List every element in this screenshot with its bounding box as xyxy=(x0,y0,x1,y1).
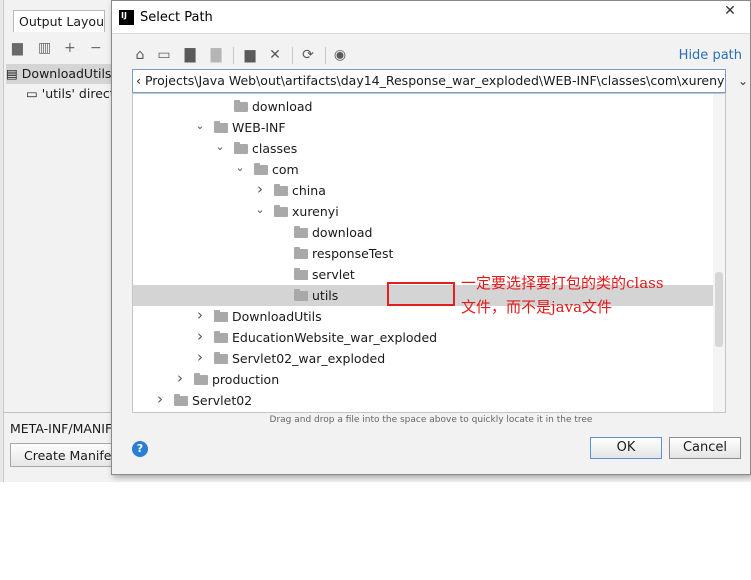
divider xyxy=(4,412,114,413)
tree-row-label: production xyxy=(212,372,280,387)
folder-icon xyxy=(294,289,308,301)
tree-row[interactable]: ⌄ classes xyxy=(133,138,714,159)
chevron-right-icon[interactable]: › xyxy=(194,306,206,324)
divider xyxy=(325,47,326,64)
list-item-label: DownloadUtils. xyxy=(21,66,116,81)
tree-row[interactable]: ⌄ xurenyi xyxy=(133,201,714,222)
tree-row[interactable]: › production xyxy=(133,369,714,390)
chevron-down-icon[interactable]: ⌄ xyxy=(214,140,226,153)
annotation-line: 一定要选择要打包的类的class xyxy=(461,274,664,292)
tree-row[interactable]: responseTest xyxy=(133,243,714,264)
tree-row-label: classes xyxy=(252,141,298,156)
tree-row[interactable]: ⌄ WEB-INF xyxy=(133,117,714,138)
help-icon[interactable]: ? xyxy=(132,441,148,457)
chevron-right-icon[interactable]: › xyxy=(194,327,206,345)
scrollbar[interactable] xyxy=(713,94,725,412)
ok-button[interactable]: OK xyxy=(590,437,662,459)
tree-row-label: com xyxy=(272,162,299,177)
chevron-right-icon[interactable]: › xyxy=(154,390,166,408)
manifest-label: META-INF/MANIF xyxy=(10,421,113,436)
create-manifest-button[interactable]: Create Manifes xyxy=(10,443,120,467)
module-folder-icon[interactable]: ▇ xyxy=(206,45,226,65)
hide-path-link[interactable]: Hide path xyxy=(679,48,742,63)
folder-icon xyxy=(214,310,228,322)
folder-icon xyxy=(254,163,268,175)
list-item-label: 'utils' direct xyxy=(41,86,115,101)
delete-icon[interactable]: ✕ xyxy=(265,45,285,65)
dialog-title: Select Path xyxy=(140,10,213,25)
divider xyxy=(233,47,234,64)
folder-icon xyxy=(234,142,248,154)
tree-row-label: xurenyi xyxy=(292,204,339,219)
tree-row-label: DownloadUtils xyxy=(232,309,322,324)
tree-row-label: china xyxy=(292,183,326,198)
chevron-right-icon[interactable]: › xyxy=(174,369,186,387)
tree-row-label: download xyxy=(312,225,373,240)
folder-icon xyxy=(214,352,228,364)
annotation-line: 文件，而不是java文件 xyxy=(461,298,613,316)
tree-row[interactable]: download xyxy=(133,222,714,243)
app-logo-icon: IJ xyxy=(119,10,134,25)
drag-drop-hint: Drag and drop a file into the space abov… xyxy=(269,415,593,425)
folder-icon xyxy=(214,121,228,133)
archive-icon[interactable]: ▥ xyxy=(38,40,51,56)
desktop-icon[interactable]: ▭ xyxy=(154,45,174,65)
chevron-right-icon[interactable]: › xyxy=(254,180,266,198)
background-toolbar: ▆ ▥ + − xyxy=(4,36,114,62)
file-tree[interactable]: › Servlet02 › production › Servlet02_war_expl… xyxy=(132,93,726,413)
archive-icon: ▤ xyxy=(6,66,22,81)
add-icon[interactable]: + xyxy=(64,40,76,56)
tree-row[interactable]: download xyxy=(133,96,714,117)
new-folder-icon[interactable]: ▆ xyxy=(12,40,23,56)
chevron-down-icon[interactable]: ⌄ xyxy=(234,161,246,174)
folder-icon xyxy=(174,394,188,406)
folder-icon xyxy=(294,268,308,280)
close-icon[interactable]: ✕ xyxy=(712,3,748,23)
tree-row-label: download xyxy=(252,99,313,114)
chevron-right-icon[interactable]: › xyxy=(194,348,206,366)
tree-row-label: Servlet02 xyxy=(192,393,253,408)
tree-row-label: Servlet02_war_exploded xyxy=(232,351,386,366)
folder-icon xyxy=(234,100,248,112)
project-folder-icon[interactable]: ▇ xyxy=(180,45,200,65)
dialog-titlebar: IJ Select Path ✕ xyxy=(112,1,750,34)
tree-row[interactable]: › Servlet02 xyxy=(133,390,714,411)
select-path-dialog: IJ Select Path ✕ ⌂ ▭ ▇ ▇ ▆ ✕ ⟳ ◉ Hide pa… xyxy=(111,0,751,475)
tree-row-label: WEB-INF xyxy=(232,120,286,135)
path-history-icon[interactable]: ⌄ xyxy=(738,74,748,88)
red-highlight-box xyxy=(387,282,455,306)
divider xyxy=(292,47,293,64)
list-item[interactable]: ▭ 'utils' direct xyxy=(6,84,116,104)
folder-icon xyxy=(294,226,308,238)
annotation-note: 一定要选择要打包的类的class 文件，而不是java文件 xyxy=(461,271,751,319)
folder-icon xyxy=(214,331,228,343)
refresh-icon[interactable]: ⟳ xyxy=(298,45,318,65)
home-icon[interactable]: ⌂ xyxy=(130,45,150,65)
remove-icon[interactable]: − xyxy=(90,40,102,56)
show-hidden-icon[interactable]: ◉ xyxy=(330,45,350,65)
new-folder-icon[interactable]: ▆ xyxy=(240,45,260,65)
cancel-button[interactable]: Cancel xyxy=(669,437,741,459)
tree-row[interactable]: ⌄ com xyxy=(133,159,714,180)
tree-row-label: responseTest xyxy=(312,246,394,261)
tree-row-label: servlet xyxy=(312,267,355,282)
folder-icon xyxy=(194,373,208,385)
tree-row-label: utils xyxy=(312,288,339,303)
background-side-strip xyxy=(0,0,4,482)
folder-icon xyxy=(294,247,308,259)
chevron-down-icon[interactable]: ⌄ xyxy=(194,119,206,132)
folder-icon xyxy=(274,184,288,196)
output-layout-tab[interactable]: Output Layout xyxy=(13,10,105,32)
list-item[interactable]: ▤ DownloadUtils. xyxy=(6,64,116,84)
tree-row[interactable]: › Servlet02_war_exploded xyxy=(133,348,714,369)
tree-row[interactable]: › EducationWebsite_war_exploded xyxy=(133,327,714,348)
tree-row-label: EducationWebsite_war_exploded xyxy=(232,330,438,345)
tree-row[interactable]: › china xyxy=(133,180,714,201)
path-input[interactable]: ‹ Projects\Java Web\out\artifacts\day14_… xyxy=(132,69,726,93)
folder-icon xyxy=(274,205,288,217)
folder-icon: ▭ xyxy=(26,86,42,101)
chevron-down-icon[interactable]: ⌄ xyxy=(254,203,266,216)
